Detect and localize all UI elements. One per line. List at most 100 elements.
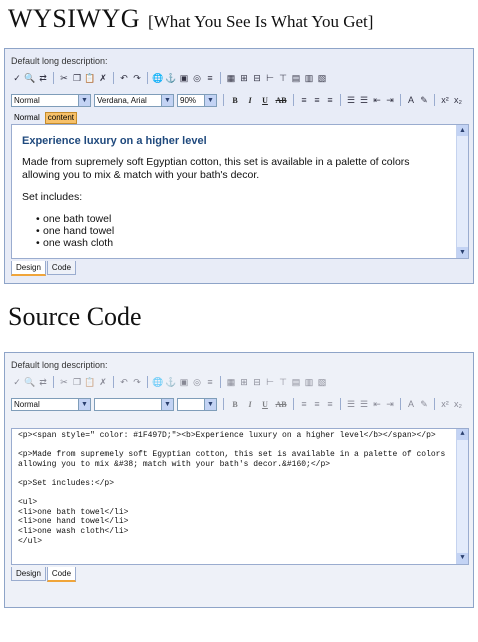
toolbar-row-1: ✓ 🔍 ⇄ ✂ ❐ 📋 ✗ ↶ ↷ 🌐 ⚓ ▣ ◎ ≡ ▦ ⊞ ⊟ ⊢ ⊤ ▤ … [11,375,328,389]
horizontal-rule-icon[interactable]: ≡ [204,72,216,84]
merge-cells-icon[interactable]: ⊢ [264,72,276,84]
align-left-icon: ≡ [301,399,307,409]
source-line: <p>Set includes:</p> [18,478,115,488]
chevron-down-icon: ▼ [78,94,90,106]
copy-icon[interactable]: ❐ [71,72,83,84]
bold-button[interactable]: B [228,94,242,107]
superscript-icon: x² [441,399,449,409]
chevron-down-icon: ▼ [204,94,216,106]
tag-path-normal[interactable]: Normal [11,112,43,124]
insert-column-icon[interactable]: ⊟ [251,72,263,84]
delete-column-icon[interactable]: ▥ [303,72,315,84]
hyperlink-icon[interactable]: 🌐 [152,72,164,84]
source-line: allowing you to mix &#38; match with you… [18,459,331,469]
tag-path-content[interactable]: content [44,111,78,124]
vertical-scrollbar[interactable]: ▲ ▼ [456,429,468,564]
list-item: one hand towel [36,225,446,237]
anchor-icon[interactable]: ⚓ [165,72,177,84]
rendered-set-includes: Set includes: [22,191,83,203]
list-item: one wash cloth [36,237,446,249]
align-right-icon[interactable]: ≡ [324,94,336,106]
font-family-select: ▼ [94,397,174,411]
indent-icon[interactable]: ⇥ [384,94,396,106]
design-editor-panel: Default long description: ✓ 🔍 ⇄ ✂ ❐ 📋 ✗ … [4,48,474,284]
subscript-icon: x₂ [454,399,462,409]
align-center-icon: ≡ [314,399,320,409]
media-icon[interactable]: ◎ [191,72,203,84]
source-line: <p><span style=" color: #1F497D;"><b>Exp… [18,431,436,440]
paste-icon: 📋 [84,377,96,387]
paste-icon[interactable]: 📋 [84,72,96,84]
view-tabs: Design Code [11,261,77,276]
image-icon[interactable]: ▣ [178,72,190,84]
hyperlink-icon: 🌐 [152,377,164,387]
indent-icon: ⇥ [386,399,394,409]
code-editor-panel: Default long description: ✓ 🔍 ⇄ ✂ ❐ 📋 ✗ … [4,352,474,608]
tab-design[interactable]: Design [11,261,46,276]
highlight-color-icon[interactable]: ✎ [418,94,430,106]
font-size-select: ▼ [177,397,217,411]
scroll-down-icon[interactable]: ▼ [457,247,468,258]
find-icon[interactable]: 🔍 [24,72,36,84]
scroll-up-icon[interactable]: ▲ [457,429,468,440]
split-cells-icon[interactable]: ⊤ [277,72,289,84]
rendered-item-list: one bath towel one hand towel one wash c… [22,213,446,249]
source-line: <p>Made from supremely soft Egyptian cot… [18,450,446,460]
underline-button[interactable]: U [258,94,272,107]
chevron-down-icon: ▼ [78,398,90,410]
source-line [18,441,446,451]
replace-icon: ⇄ [39,377,47,387]
toolbar-row-2: Normal ▼ ▼ ▼ B I U AB ≡ ≡ ≡ ☰ ☰ ⇤ ⇥ A ✎ x… [11,397,464,411]
italic-button[interactable]: I [243,94,257,107]
undo-icon[interactable]: ↶ [118,72,130,84]
text-color-icon[interactable]: A [405,94,417,106]
toolbar-row-1: ✓ 🔍 ⇄ ✂ ❐ 📋 ✗ ↶ ↷ 🌐 ⚓ ▣ ◎ ≡ ▦ ⊞ ⊟ ⊢ ⊤ ▤ … [11,71,328,85]
chevron-down-icon: ▼ [161,94,173,106]
source-line: <li>one hand towel</li> [18,517,129,527]
delete-row-icon[interactable]: ▤ [290,72,302,84]
font-family-select[interactable]: Verdana, Arial ▼ [94,93,174,107]
cut-icon[interactable]: ✂ [58,72,70,84]
tab-code[interactable]: Code [46,567,77,582]
insert-row-icon: ⊞ [240,377,248,387]
table-icon: ▦ [226,377,236,387]
design-editor-area[interactable]: Experience luxury on a higher level Made… [11,124,469,259]
clear-format-icon[interactable]: ✗ [97,72,109,84]
tab-design[interactable]: Design [11,567,46,581]
highlight-color-icon: ✎ [420,399,428,409]
redo-icon[interactable]: ↷ [131,72,143,84]
rendered-paragraph: Made from supremely soft Egyptian cotton… [22,156,410,181]
split-cells-icon: ⊤ [279,377,287,387]
font-size-select[interactable]: 90% ▼ [177,93,217,107]
replace-icon[interactable]: ⇄ [37,72,49,84]
align-center-icon[interactable]: ≡ [311,94,323,106]
spellcheck-icon[interactable]: ✓ [11,72,23,84]
table-properties-icon[interactable]: ▧ [316,72,328,84]
insert-row-icon[interactable]: ⊞ [238,72,250,84]
scroll-down-icon[interactable]: ▼ [457,553,468,564]
undo-icon: ↶ [120,377,128,387]
align-left-icon[interactable]: ≡ [298,94,310,106]
strikethrough-button[interactable]: AB [273,94,289,107]
scroll-up-icon[interactable]: ▲ [457,125,468,136]
ordered-list-icon[interactable]: ☰ [345,94,357,106]
vertical-scrollbar[interactable]: ▲ ▼ [456,125,468,258]
find-icon: 🔍 [24,377,36,387]
clear-format-icon: ✗ [99,377,107,387]
table-properties-icon: ▧ [317,377,327,387]
text-color-icon: A [407,399,414,409]
unordered-list-icon[interactable]: ☰ [358,94,370,106]
source-line: <ul> [18,498,38,508]
code-editor-area[interactable]: <p><span style=" color: #1F497D;"><b>Exp… [11,428,469,565]
superscript-icon[interactable]: x² [439,94,451,106]
subscript-icon[interactable]: x₂ [452,94,464,106]
outdent-icon: ⇤ [373,399,381,409]
wysiwyg-subtitle: [What You See Is What You Get] [148,12,374,31]
tab-code[interactable]: Code [46,261,77,275]
chevron-down-icon: ▼ [204,398,216,410]
source-line [18,469,446,479]
rendered-heading: Experience luxury on a higher level [22,135,207,147]
block-format-select[interactable]: Normal ▼ [11,93,91,107]
outdent-icon[interactable]: ⇤ [371,94,383,106]
table-icon[interactable]: ▦ [225,72,237,84]
